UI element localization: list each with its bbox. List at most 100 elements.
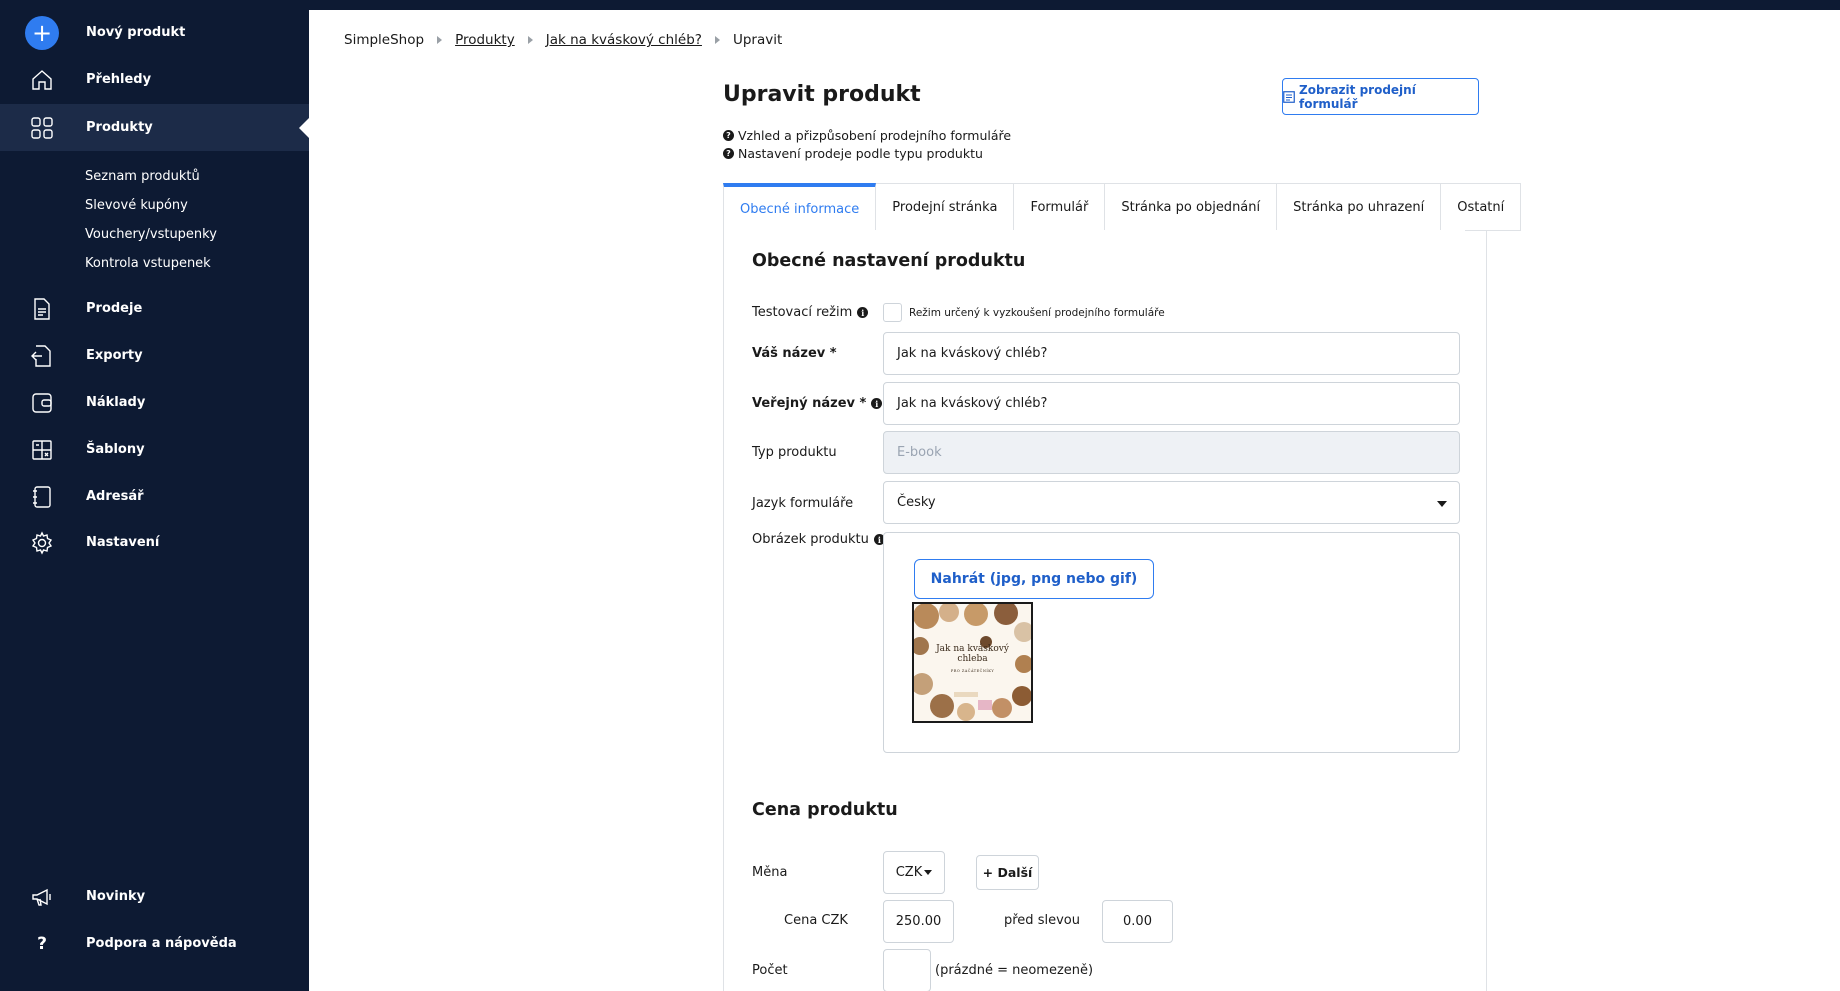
help-link-label: Nastavení prodeje podle typu produktu — [738, 146, 983, 161]
test-mode-label: Testovací režim i — [752, 305, 869, 320]
template-icon — [30, 438, 54, 462]
tab-ostatni[interactable]: Ostatní — [1441, 183, 1522, 231]
sidebar-item-naklady[interactable]: Náklady — [0, 379, 309, 426]
sidebar-subitem-vouchery[interactable]: Vouchery/vstupenky — [85, 227, 217, 242]
breadcrumb-separator-icon — [714, 36, 720, 44]
product-image-label: Obrázek produktu i — [752, 532, 885, 547]
currency-label: Měna — [752, 865, 788, 880]
info-icon[interactable]: i — [871, 398, 883, 409]
test-mode-checkbox-label[interactable]: Režim určený k vyzkoušení prodejního for… — [909, 307, 1165, 319]
public-name-label-text: Veřejný název * — [752, 396, 867, 411]
count-hint: (prázdné = neomezeně) — [935, 963, 1094, 978]
sidebar-item-prodeje[interactable]: Prodeje — [0, 285, 309, 332]
breadcrumb-item-produkty[interactable]: Produkty — [455, 32, 515, 48]
breadcrumb-item-current: Upravit — [732, 32, 783, 48]
add-currency-button[interactable]: + Další — [976, 855, 1039, 890]
currency-select[interactable]: CZK — [883, 851, 945, 894]
public-name-input[interactable]: Jak na kváskový chléb? — [883, 382, 1460, 425]
upload-image-button[interactable]: Nahrát (jpg, png nebo gif) — [914, 559, 1154, 599]
test-mode-label-text: Testovací režim — [752, 305, 853, 320]
sidebar-item-produkty[interactable]: Produkty — [0, 104, 309, 151]
currency-value: CZK — [895, 865, 923, 880]
breadcrumb-item-product[interactable]: Jak na kváskový chléb? — [546, 32, 702, 48]
sidebar-item-label: Náklady — [86, 395, 146, 410]
tab-obecne-informace[interactable]: Obecné informace — [723, 183, 877, 231]
your-name-input[interactable]: Jak na kváskový chléb? — [883, 332, 1460, 375]
new-product-label: Nový produkt — [86, 25, 186, 40]
page-title: Upravit produkt — [723, 82, 921, 107]
help-link-form-appearance[interactable]: ? Vzhled a přizpůsobení prodejního formu… — [723, 128, 1011, 143]
address-book-icon — [30, 485, 54, 509]
breadcrumb-separator-icon — [527, 36, 533, 44]
export-icon — [30, 344, 54, 368]
general-section-title: Obecné nastavení produktu — [752, 251, 1026, 271]
tab-prodejni-stranka[interactable]: Prodejní stránka — [876, 183, 1015, 231]
sidebar-subitem-seznam-produktu[interactable]: Seznam produktů — [85, 169, 200, 184]
count-input[interactable] — [883, 949, 931, 991]
form-language-select[interactable]: Česky — [883, 481, 1460, 524]
question-circle-icon: ? — [723, 148, 734, 159]
grid-icon — [30, 116, 54, 140]
top-bar — [309, 0, 1840, 10]
gear-icon — [30, 530, 54, 555]
form-icon — [1283, 90, 1295, 103]
document-icon — [30, 297, 54, 321]
form-language-value: Česky — [897, 495, 936, 510]
sidebar-item-podpora[interactable]: ? Podpora a nápověda — [0, 920, 309, 967]
price-input[interactable]: 250.00 — [883, 900, 954, 943]
breadcrumb-separator-icon — [437, 36, 443, 44]
product-type-input: E-book — [883, 431, 1460, 474]
home-icon — [30, 68, 54, 92]
show-sales-form-button[interactable]: Zobrazit prodejní formulář — [1282, 78, 1479, 115]
product-image-title-line1: Jak na kváskový — [936, 644, 1009, 654]
breadcrumb: SimpleShop Produkty Jak na kváskový chlé… — [344, 32, 782, 48]
new-product-button[interactable]: + Nový produkt — [0, 9, 309, 56]
caret-down-icon — [924, 870, 933, 875]
chevron-down-icon — [1437, 501, 1447, 507]
sidebar-item-label: Prodeje — [86, 301, 143, 316]
sidebar-item-label: Adresář — [86, 489, 144, 504]
count-label: Počet — [752, 963, 788, 978]
before-discount-input[interactable]: 0.00 — [1102, 900, 1173, 943]
sidebar-subitem-slevove-kupony[interactable]: Slevové kupóny — [85, 198, 188, 213]
wallet-icon — [30, 391, 54, 415]
sidebar: + Nový produkt Přehledy Produkty Seznam … — [0, 0, 309, 991]
product-image-subtitle: PRO ZAČÁTEČNÍKY — [950, 669, 995, 673]
price-label: Cena CZK — [784, 913, 848, 928]
sidebar-item-label: Přehledy — [86, 72, 152, 87]
info-icon[interactable]: i — [857, 307, 869, 318]
sidebar-subitem-kontrola-vstupenek[interactable]: Kontrola vstupenek — [85, 256, 211, 271]
sidebar-item-label: Podpora a nápověda — [86, 936, 237, 951]
tab-formular[interactable]: Formulář — [1014, 183, 1106, 231]
public-name-label: Veřejný název * i — [752, 396, 883, 411]
help-link-label: Vzhled a přizpůsobení prodejního formulá… — [738, 128, 1012, 143]
before-discount-label: před slevou — [1004, 913, 1080, 928]
tab-stranka-po-uhrazeni[interactable]: Stránka po uhrazení — [1277, 183, 1442, 231]
sidebar-item-label: Novinky — [86, 889, 146, 904]
sidebar-item-label: Šablony — [86, 442, 145, 457]
question-circle-icon: ? — [723, 130, 734, 141]
sidebar-item-sablony[interactable]: Šablony — [0, 426, 309, 473]
product-image-thumbnail[interactable]: Jak na kváskový chleba PRO ZAČÁTEČNÍKY — [912, 602, 1033, 723]
sidebar-item-nastaveni[interactable]: Nastavení — [0, 519, 309, 566]
tab-stranka-po-objednani[interactable]: Stránka po objednání — [1105, 183, 1278, 231]
sidebar-item-exporty[interactable]: Exporty — [0, 332, 309, 379]
tabs: Obecné informace Prodejní stránka Formul… — [723, 183, 1522, 231]
product-type-label: Typ produktu — [752, 445, 837, 460]
price-section-title: Cena produktu — [752, 800, 898, 820]
show-sales-form-label: Zobrazit prodejní formulář — [1299, 82, 1416, 111]
question-icon: ? — [37, 933, 47, 954]
sidebar-item-label: Produkty — [86, 120, 153, 135]
sidebar-item-prehledy[interactable]: Přehledy — [0, 56, 309, 103]
sidebar-item-adresar[interactable]: Adresář — [0, 473, 309, 520]
product-image-title: Jak na kváskový chleba PRO ZAČÁTEČNÍKY — [914, 644, 1031, 676]
sidebar-item-novinky[interactable]: Novinky — [0, 873, 309, 920]
help-link-sales-settings[interactable]: ? Nastavení prodeje podle typu produktu — [723, 146, 983, 161]
test-mode-checkbox[interactable] — [883, 303, 902, 322]
form-language-label: Jazyk formuláře — [752, 496, 854, 511]
breadcrumb-item-simpleshop[interactable]: SimpleShop — [344, 32, 424, 48]
sidebar-item-label: Nastavení — [86, 535, 160, 550]
sidebar-item-label: Exporty — [86, 348, 143, 363]
plus-icon: + — [24, 15, 60, 51]
megaphone-icon — [30, 885, 54, 909]
